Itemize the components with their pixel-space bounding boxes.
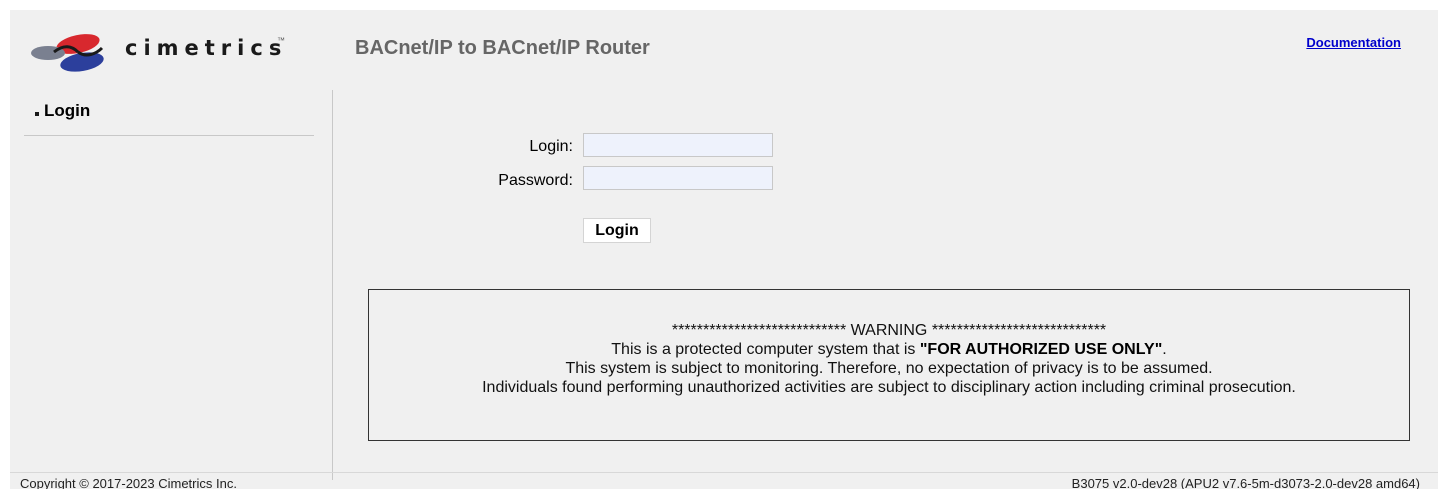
- password-input[interactable]: [583, 166, 773, 190]
- documentation-link[interactable]: Documentation: [1306, 35, 1401, 50]
- bullet-icon: [35, 112, 39, 116]
- version-text: B3075 v2.0-dev28 (APU2 v7.6-5m-d3073-2.0…: [1071, 476, 1420, 489]
- warning-authorized-line: This is a protected computer system that…: [369, 340, 1409, 359]
- cimetrics-logo: cimetrics ™: [30, 24, 285, 76]
- copyright-text: Copyright © 2017-2023 Cimetrics Inc.: [20, 476, 237, 489]
- warning-heading: **************************** WARNING ***…: [671, 322, 1107, 339]
- main-content: Login: Password: Login *****************…: [333, 90, 1438, 480]
- footer-divider: [10, 472, 1438, 473]
- cimetrics-logo-icon: [31, 34, 104, 72]
- login-button[interactable]: Login: [583, 218, 651, 243]
- page: cimetrics ™ BACnet/IP to BACnet/IP Route…: [10, 10, 1438, 489]
- warning-monitoring-line: This system is subject to monitoring. Th…: [565, 360, 1213, 377]
- password-label: Password:: [498, 172, 573, 189]
- sidebar-item-label: Login: [44, 101, 91, 120]
- sidebar-item-login[interactable]: Login: [24, 100, 314, 136]
- sidebar: Login: [10, 90, 333, 480]
- warning-box: **************************** WARNING ***…: [368, 289, 1410, 441]
- login-label: Login:: [529, 138, 573, 155]
- warning-authorized-emphasis: "FOR AUTHORIZED USE ONLY": [919, 341, 1163, 358]
- warning-line2-prefix: This is a protected computer system that…: [611, 341, 920, 358]
- logo-trademark: ™: [277, 36, 285, 45]
- login-input[interactable]: [583, 133, 773, 157]
- page-title: BACnet/IP to BACnet/IP Router: [355, 37, 650, 59]
- logo-wordmark: cimetrics: [125, 36, 288, 60]
- warning-prosecution-line: Individuals found performing unauthorize…: [482, 379, 1296, 396]
- warning-line2-suffix: .: [1162, 341, 1167, 358]
- header: cimetrics ™ BACnet/IP to BACnet/IP Route…: [10, 10, 1438, 90]
